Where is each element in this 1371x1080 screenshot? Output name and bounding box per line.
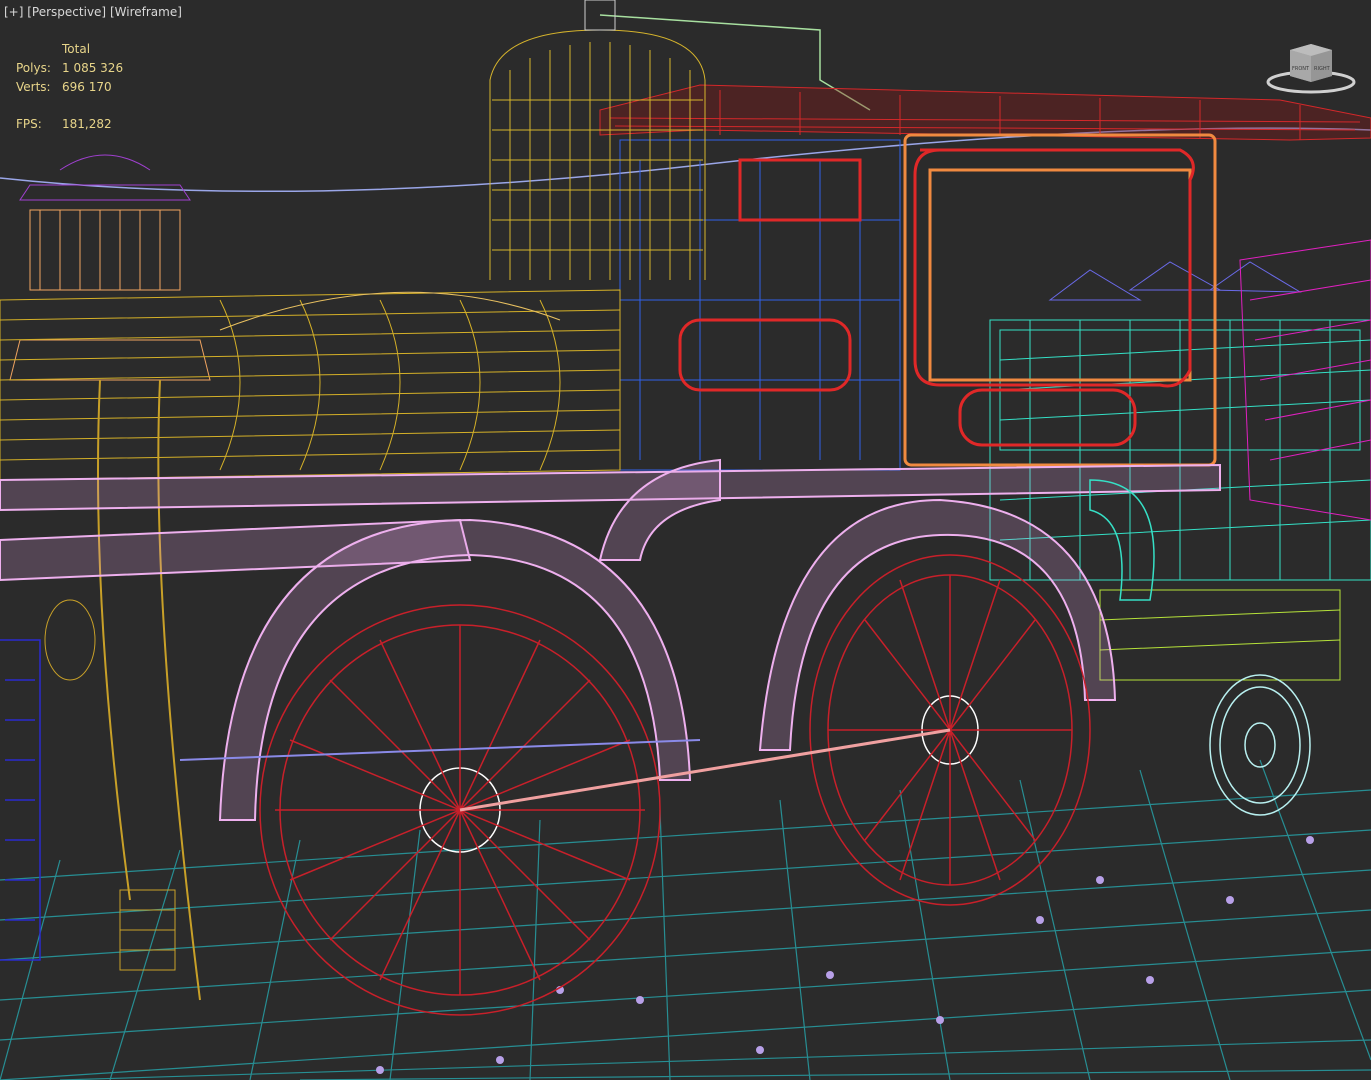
rear-car-magenta [1239, 239, 1371, 521]
headlight-lamp [44, 599, 176, 971]
viewcube-front-face[interactable]: FRONT [1292, 66, 1310, 72]
boiler [0, 289, 621, 1001]
fps-value: 181,282 [62, 117, 112, 131]
frame-running-board [0, 458, 1221, 821]
viewport-label[interactable]: [+] [Perspective] [Wireframe] [4, 5, 182, 19]
pilot-details [0, 639, 41, 961]
tender-wheel [1209, 674, 1311, 816]
polys-label: Polys: [16, 61, 51, 75]
cab-window-frame [678, 148, 1195, 447]
3d-viewport[interactable]: [+] [Perspective] [Wireframe] Total Poly… [0, 0, 1371, 1080]
verts-label: Verts: [16, 80, 51, 94]
viewport-view-mode[interactable]: [Perspective] [27, 5, 106, 19]
statistics-overlay: Total Polys: 1 085 326 Verts: 696 170 FP… [16, 40, 123, 134]
viewcube-icon[interactable]: FRONT RIGHT [1266, 40, 1356, 100]
track-grid [0, 759, 1371, 1080]
verts-value: 696 170 [62, 80, 112, 94]
smokestack [9, 154, 211, 381]
viewcube-right-face[interactable]: RIGHT [1314, 66, 1331, 72]
cab-roof [599, 84, 1371, 141]
wireframe-scene[interactable] [0, 0, 1371, 1080]
cab-rear-support [1089, 479, 1155, 601]
polys-value: 1 085 326 [62, 61, 124, 75]
tender-roof-detail [1048, 261, 1302, 301]
stats-header: Total [62, 42, 91, 56]
tender-wireframe [989, 319, 1371, 681]
viewport-menu-plus[interactable]: [+] [4, 5, 23, 19]
viewport-shading-mode[interactable]: [Wireframe] [110, 5, 182, 19]
track-rail-bolts [376, 836, 1314, 1074]
fps-label: FPS: [16, 117, 42, 131]
